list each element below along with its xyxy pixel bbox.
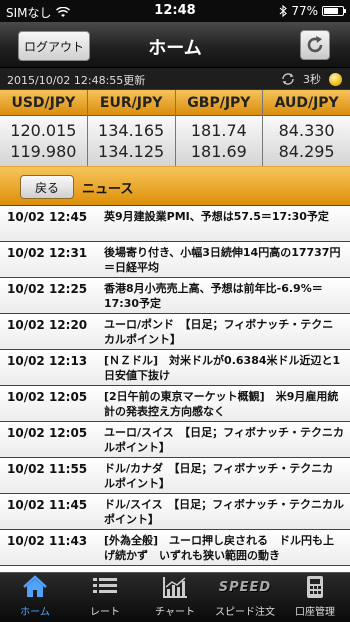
news-time: 10/02 12:31	[7, 246, 88, 260]
rate-bid: 181.74	[190, 121, 247, 140]
rate-values: 134.165 134.125	[87, 116, 175, 166]
battery-icon	[322, 6, 346, 16]
news-item[interactable]: 10/02 11:43 [外為全般] ユーロ押し戻される ドル円も上げ続かず い…	[0, 530, 350, 566]
rate-pair: USD/JPY	[0, 90, 87, 116]
update-interval[interactable]: 3秒	[303, 71, 321, 87]
news-time: 10/02 12:13	[7, 354, 88, 368]
news-section-header: 戻る ニュース	[0, 166, 350, 206]
update-bar: 2015/10/02 12:48:55更新 3秒	[0, 68, 350, 90]
home-icon	[21, 574, 49, 600]
rate-ask: 84.295	[278, 142, 335, 161]
status-right: 77%	[279, 4, 346, 18]
rate-pair: EUR/JPY	[87, 90, 175, 116]
rate-values: 120.015 119.980	[0, 116, 87, 166]
news-list[interactable]: 10/02 12:45 英9月建設業PMI、予想は57.5＝17:30予定 10…	[0, 206, 350, 572]
news-time: 10/02 12:25	[7, 282, 88, 296]
rate-ask: 134.125	[98, 142, 165, 161]
tab-label: ホーム	[20, 607, 50, 618]
news-time: 10/02 12:45	[7, 210, 88, 224]
news-item[interactable]: 10/02 12:05 [2日午前の東京マーケット概観] 米9月雇用統計の発表控…	[0, 386, 350, 422]
tab-label: チャート	[155, 607, 195, 618]
rate-ask: 119.980	[10, 142, 77, 161]
rate-eurjpy[interactable]: EUR/JPY 134.165 134.125	[87, 90, 176, 166]
bluetooth-icon	[279, 5, 288, 17]
news-headline: ユーロ/スイス 【日足；フィボナッチ・テクニカルポイント】	[104, 426, 344, 454]
speed-logo: SPEED	[218, 579, 272, 595]
news-item[interactable]: 10/02 12:05 ユーロ/スイス 【日足；フィボナッチ・テクニカルポイント…	[0, 422, 350, 458]
chart-icon	[161, 574, 189, 600]
rate-ask: 181.69	[190, 142, 247, 161]
news-time: 10/02 12:05	[7, 426, 88, 440]
rate-values: 84.330 84.295	[263, 116, 350, 166]
news-headline: [外為全般] ユーロ押し戻される ドル円も上げ続かず いずれも狭い範囲の動き	[104, 534, 335, 562]
news-item[interactable]: 10/02 12:45 英9月建設業PMI、予想は57.5＝17:30予定	[0, 206, 350, 242]
refresh-icon	[307, 36, 323, 53]
tab-label: 口座管理	[295, 607, 335, 618]
news-time: 10/02 12:05	[7, 390, 88, 404]
update-controls: 3秒	[281, 71, 342, 87]
rate-pair: AUD/JPY	[263, 90, 350, 116]
news-item[interactable]: 10/02 12:31 後場寄り付き、小幅3日続伸14円高の17737円＝日経平…	[0, 242, 350, 278]
rate-values: 181.74 181.69	[175, 116, 263, 166]
news-item[interactable]: 10/02 12:13 [ＮＺドル] 対米ドルが0.6384米ドル近辺と1日安値…	[0, 350, 350, 386]
news-headline: ドル/カナダ 【日足；フィボナッチ・テクニカルポイント】	[104, 462, 334, 490]
speed-icon: SPEED	[219, 574, 270, 600]
news-item[interactable]: 10/02 11:45 ドル/スイス 【日足；フィボナッチ・テクニカルポイント】	[0, 494, 350, 530]
calculator-icon	[301, 574, 329, 600]
tab-label: スピード注文	[215, 607, 275, 618]
nav-bar: ログアウト ホーム	[0, 22, 350, 68]
news-headline: [2日午前の東京マーケット概観] 米9月雇用統計の発表控え方向感なく	[104, 390, 339, 418]
status-bar: SIMなし 12:48 77%	[0, 0, 350, 22]
rate-bid: 120.015	[10, 121, 77, 140]
tab-bar: ホーム レート チャート SPEED スピード注文 口座管理	[0, 572, 350, 622]
refresh-button[interactable]	[300, 30, 330, 60]
rate-board: USD/JPY 120.015 119.980 EUR/JPY 134.165 …	[0, 90, 350, 166]
section-title: ニュース	[82, 182, 134, 197]
news-item[interactable]: 10/02 12:25 香港8月小売売上高、予想は前年比-6.9%＝17:30予…	[0, 278, 350, 314]
news-headline: 英9月建設業PMI、予想は57.5＝17:30予定	[104, 210, 329, 223]
rate-usdjpy[interactable]: USD/JPY 120.015 119.980	[0, 90, 88, 166]
news-headline: 後場寄り付き、小幅3日続伸14円高の17737円＝日経平均	[104, 246, 341, 274]
news-time: 10/02 11:43	[7, 534, 88, 548]
auto-update-icon[interactable]	[281, 73, 295, 85]
news-item[interactable]: 10/02 12:20 ユーロ/ポンド 【日足；フィボナッチ・テクニカルポイント…	[0, 314, 350, 350]
rate-bid: 134.165	[98, 121, 165, 140]
back-button[interactable]: 戻る	[20, 175, 74, 199]
tab-label: レート	[90, 607, 120, 618]
page-title: ホーム	[148, 38, 202, 59]
news-headline: [ＮＺドル] 対米ドルが0.6384米ドル近辺と1日安値下抜け	[104, 354, 341, 382]
tab-chart[interactable]: チャート	[140, 573, 210, 622]
tab-home[interactable]: ホーム	[0, 573, 70, 622]
news-headline: ユーロ/ポンド 【日足；フィボナッチ・テクニカルポイント】	[104, 318, 334, 346]
update-timestamp: 2015/10/02 12:48:55更新	[7, 74, 146, 87]
news-headline: 香港8月小売売上高、予想は前年比-6.9%＝17:30予定	[104, 282, 323, 310]
rate-bid: 84.330	[278, 121, 335, 140]
news-headline: ドル/スイス 【日足；フィボナッチ・テクニカルポイント】	[104, 498, 344, 526]
battery-fill	[324, 8, 338, 14]
rate-pair: GBP/JPY	[175, 90, 263, 116]
connection-status-icon	[329, 72, 342, 86]
news-time: 10/02 11:45	[7, 498, 88, 512]
tab-speed-order[interactable]: SPEED スピード注文	[210, 573, 280, 622]
list-icon	[91, 574, 119, 600]
rate-audjpy[interactable]: AUD/JPY 84.330 84.295	[263, 90, 350, 166]
rate-gbpjpy[interactable]: GBP/JPY 181.74 181.69	[175, 90, 264, 166]
tab-rates[interactable]: レート	[70, 573, 140, 622]
news-time: 10/02 12:20	[7, 318, 88, 332]
news-time: 10/02 11:55	[7, 462, 88, 476]
battery-percent: 77%	[291, 4, 318, 18]
news-item[interactable]: 10/02 11:55 ドル/カナダ 【日足；フィボナッチ・テクニカルポイント】	[0, 458, 350, 494]
tab-account[interactable]: 口座管理	[280, 573, 350, 622]
